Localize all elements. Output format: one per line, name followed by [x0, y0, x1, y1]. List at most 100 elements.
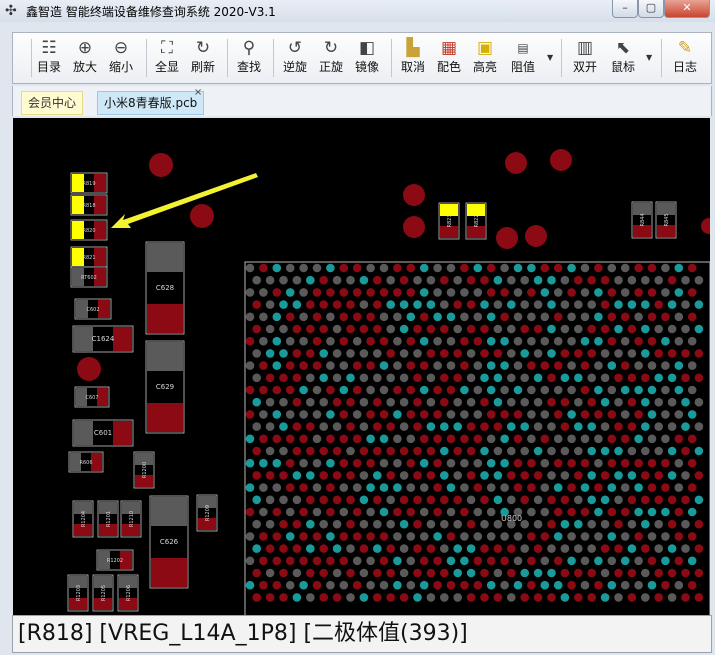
- bga-ball[interactable]: [285, 458, 295, 468]
- bga-ball[interactable]: [252, 593, 261, 602]
- bga-ball[interactable]: [480, 471, 489, 480]
- bga-ball[interactable]: [540, 410, 550, 419]
- bga-ball[interactable]: [426, 397, 436, 407]
- bga-ball[interactable]: [634, 410, 643, 419]
- bga-ball[interactable]: [540, 532, 550, 541]
- bga-ball[interactable]: [533, 324, 543, 334]
- bga-ball[interactable]: [265, 349, 275, 358]
- component-r1200[interactable]: R1200: [133, 451, 155, 489]
- bga-ball[interactable]: [393, 507, 402, 517]
- bga-ball[interactable]: [433, 312, 442, 322]
- bga-ball[interactable]: [560, 397, 570, 407]
- bga-ball[interactable]: [580, 410, 590, 419]
- bga-ball[interactable]: [533, 495, 543, 505]
- bga-ball[interactable]: [513, 580, 523, 590]
- bga-ball[interactable]: [513, 263, 523, 273]
- bga-ball[interactable]: [446, 336, 456, 346]
- bga-ball[interactable]: [426, 275, 436, 285]
- bga-ball[interactable]: [627, 519, 637, 529]
- bga-ball[interactable]: [299, 263, 308, 273]
- bga-ball[interactable]: [299, 507, 308, 517]
- component-r606[interactable]: R606: [68, 451, 104, 473]
- bga-ball[interactable]: [272, 434, 282, 444]
- bga-ball[interactable]: [306, 324, 315, 334]
- bga-ball[interactable]: [533, 519, 543, 529]
- bga-ball[interactable]: [560, 471, 570, 480]
- bga-ball[interactable]: [513, 483, 523, 492]
- bga-ball[interactable]: [553, 556, 563, 566]
- bga-ball[interactable]: [252, 495, 261, 505]
- bga-ball[interactable]: [413, 519, 422, 529]
- bga-ball[interactable]: [607, 507, 617, 517]
- bga-ball[interactable]: [634, 507, 643, 517]
- bga-ball[interactable]: [687, 507, 697, 517]
- bga-ball[interactable]: [292, 593, 302, 602]
- bga-ball[interactable]: [326, 458, 335, 468]
- bga-ball[interactable]: [332, 471, 342, 480]
- bga-ball[interactable]: [299, 385, 308, 395]
- bga-ball[interactable]: [661, 263, 670, 273]
- bga-ball[interactable]: [607, 336, 617, 346]
- bga-ball[interactable]: [620, 458, 630, 468]
- bga-ball[interactable]: [647, 483, 657, 492]
- bga-ball[interactable]: [667, 471, 677, 480]
- bga-ball[interactable]: [453, 397, 463, 407]
- bga-ball[interactable]: [326, 385, 335, 395]
- bga-ball[interactable]: [647, 361, 657, 370]
- bga-ball[interactable]: [567, 288, 576, 297]
- bga-ball[interactable]: [433, 580, 442, 590]
- bga-ball[interactable]: [245, 288, 255, 297]
- bga-ball[interactable]: [600, 593, 610, 602]
- bga-ball[interactable]: [634, 336, 643, 346]
- bga-ball[interactable]: [259, 507, 268, 517]
- bga-ball[interactable]: [480, 275, 489, 285]
- bga-ball[interactable]: [486, 263, 496, 273]
- rotate-ccw-button[interactable]: ↺ 逆旋: [279, 37, 311, 79]
- bga-ball[interactable]: [540, 263, 550, 273]
- bga-ball[interactable]: [667, 495, 677, 505]
- bga-ball[interactable]: [332, 446, 342, 456]
- bga-ball[interactable]: [306, 471, 315, 480]
- bga-ball[interactable]: [319, 373, 329, 383]
- bga-ball[interactable]: [486, 434, 496, 444]
- bga-ball[interactable]: [687, 336, 697, 346]
- bga-ball[interactable]: [373, 324, 382, 334]
- bga-ball[interactable]: [553, 458, 563, 468]
- bga-ball[interactable]: [346, 471, 355, 480]
- bga-ball[interactable]: [453, 422, 463, 431]
- bga-ball[interactable]: [245, 458, 255, 468]
- pcb-layout[interactable]: R819 R818 R820 R821 RT602 C602 C1624 C628 C629 C6…: [13, 118, 710, 615]
- bga-ball[interactable]: [259, 361, 268, 370]
- bga-ball[interactable]: [373, 300, 382, 309]
- bga-ball[interactable]: [259, 410, 268, 419]
- bga-ball[interactable]: [513, 410, 523, 419]
- bga-ball[interactable]: [473, 263, 483, 273]
- bga-ball[interactable]: [346, 349, 355, 358]
- bga-ball[interactable]: [614, 519, 623, 529]
- bga-ball[interactable]: [614, 397, 623, 407]
- bga-ball[interactable]: [694, 397, 704, 407]
- bga-ball[interactable]: [312, 312, 322, 322]
- bga-ball[interactable]: [614, 471, 623, 480]
- bga-ball[interactable]: [413, 544, 422, 553]
- bga-ball[interactable]: [306, 397, 315, 407]
- bga-ball[interactable]: [339, 361, 349, 370]
- bga-ball[interactable]: [359, 593, 369, 602]
- zoom-in-button[interactable]: ⊕ 放大: [69, 37, 101, 79]
- bga-ball[interactable]: [500, 434, 509, 444]
- fit-all-button[interactable]: ⛶ 全显: [151, 37, 183, 79]
- component-r1206[interactable]: R1206: [117, 574, 139, 612]
- bga-ball[interactable]: [406, 385, 416, 395]
- bga-ball[interactable]: [580, 385, 590, 395]
- bga-ball[interactable]: [620, 507, 630, 517]
- bga-ball[interactable]: [513, 434, 523, 444]
- bga-ball[interactable]: [547, 422, 556, 431]
- bga-ball[interactable]: [607, 556, 617, 566]
- bga-ball[interactable]: [694, 275, 704, 285]
- bga-ball[interactable]: [567, 361, 576, 370]
- bga-ball[interactable]: [594, 532, 603, 541]
- bga-ball[interactable]: [366, 263, 375, 273]
- bga-ball[interactable]: [393, 361, 402, 370]
- bga-ball[interactable]: [513, 532, 523, 541]
- bga-ball[interactable]: [493, 471, 503, 480]
